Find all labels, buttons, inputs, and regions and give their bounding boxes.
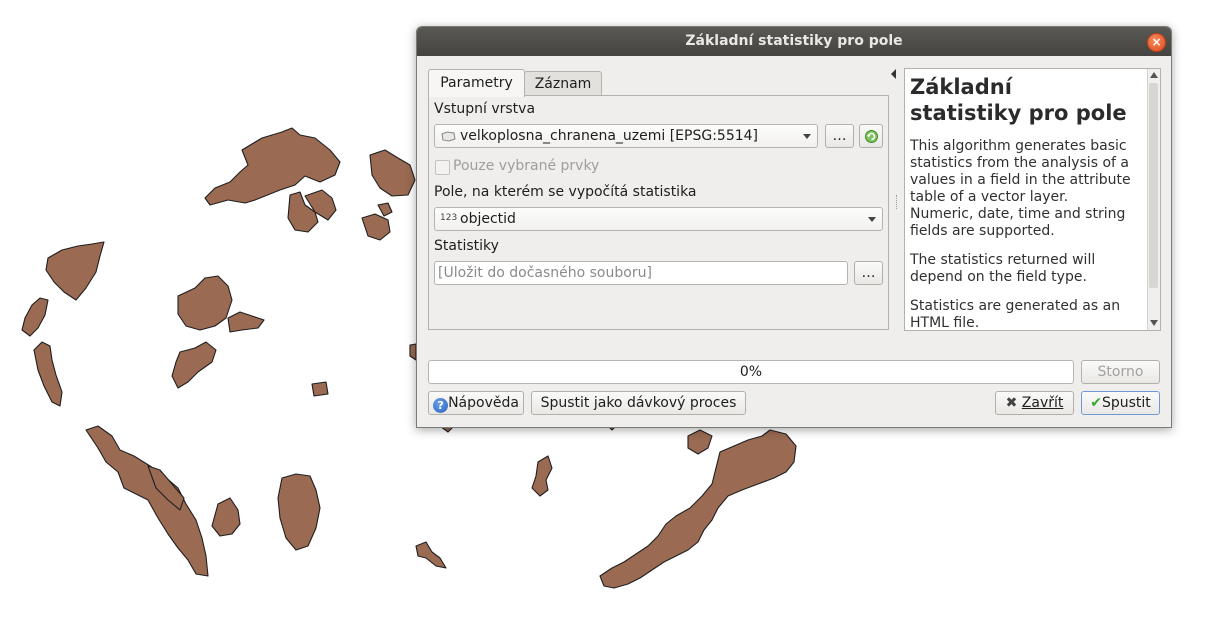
field-combo[interactable]: 123 objectid [434, 207, 883, 231]
chevron-down-icon [868, 217, 876, 222]
selected-only-label: Pouze vybrané prvky [453, 158, 600, 174]
close-button-label: Zavřít [1021, 395, 1064, 411]
map-polygon [21, 297, 49, 337]
input-layer-value: velkoplosna_chranena_uzemi [EPSG:5514] [460, 128, 758, 144]
help-icon: ? [433, 398, 449, 413]
tab-log[interactable]: Záznam [524, 71, 602, 96]
close-button[interactable]: ✖ Zavřít [995, 391, 1074, 415]
map-polygon [377, 202, 393, 217]
batch-process-button[interactable]: Spustit jako dávkový proces [531, 391, 746, 415]
map-polygon [687, 429, 713, 455]
map-polygon [171, 341, 217, 389]
map-polygon [361, 213, 391, 241]
map-polygon [33, 341, 63, 407]
close-icon[interactable]: × [1147, 33, 1166, 52]
field-label: Pole, na kterém se vypočítá statistika [434, 184, 697, 200]
help-scrollbar[interactable] [1147, 69, 1160, 330]
parameters-panel: Vstupní vrstva velkoplosna_chranena_uzem… [428, 95, 889, 330]
map-polygon [211, 497, 241, 537]
help-title: Základní statistiky pro pole [910, 75, 1127, 125]
iterate-icon [865, 130, 878, 143]
dialog-titlebar[interactable]: Základní statistiky pro pole × [417, 27, 1171, 56]
input-layer-combo[interactable]: velkoplosna_chranena_uzemi [EPSG:5514] [434, 124, 818, 148]
selected-only-checkbox[interactable] [435, 160, 450, 175]
tab-parameters[interactable]: Parametry [428, 69, 525, 97]
field-value: objectid [460, 211, 516, 227]
output-file-field[interactable]: [Uložit do dočasného souboru] [434, 261, 848, 285]
iterate-button[interactable] [859, 124, 883, 148]
map-polygon [277, 473, 321, 551]
checkmark-icon: ✔ [1090, 395, 1102, 411]
basic-statistics-dialog: Základní statistiky pro pole × Parametry… [416, 26, 1172, 428]
cancel-button[interactable]: Storno [1081, 360, 1160, 384]
help-panel: Základní statistiky pro pole This algori… [904, 68, 1161, 331]
help-paragraph: Statistics are generated as an HTML file… [910, 298, 1121, 331]
help-button-label: Nápověda [448, 395, 519, 411]
map-polygon [311, 381, 329, 397]
run-button-label: Spustit [1101, 395, 1151, 411]
map-polygon [415, 541, 447, 569]
panel-splitter[interactable] [896, 195, 899, 209]
collapse-help-icon[interactable] [891, 69, 896, 79]
map-polygon [45, 241, 105, 301]
output-browse-button[interactable]: … [854, 261, 883, 285]
map-polygon [531, 455, 553, 497]
input-layer-browse-button[interactable]: … [825, 124, 854, 148]
map-polygon [85, 425, 209, 577]
help-paragraph: The statistics returned will depend on t… [910, 252, 1096, 285]
map-polygon [177, 275, 233, 331]
chevron-down-icon [803, 134, 811, 139]
close-x-icon: ✖ [1005, 395, 1018, 411]
progress-bar: 0% [428, 360, 1074, 384]
scroll-up-icon[interactable] [1150, 72, 1158, 78]
run-button[interactable]: ✔Spustit [1081, 391, 1160, 415]
polygon-layer-icon [441, 131, 456, 142]
help-paragraph: This algorithm generates basic statistic… [910, 138, 1131, 239]
scroll-thumb[interactable] [1149, 83, 1158, 288]
output-placeholder: [Uložit do dočasného souboru] [438, 265, 652, 281]
map-polygon [369, 149, 416, 197]
dialog-title: Základní statistiky pro pole [685, 33, 903, 49]
scroll-down-icon[interactable] [1150, 320, 1158, 326]
help-button[interactable]: ? Nápověda [428, 391, 524, 415]
input-layer-label: Vstupní vrstva [434, 101, 536, 117]
output-label: Statistiky [434, 238, 499, 254]
map-polygon [227, 311, 265, 333]
numeric-field-icon: 123 [440, 213, 458, 223]
